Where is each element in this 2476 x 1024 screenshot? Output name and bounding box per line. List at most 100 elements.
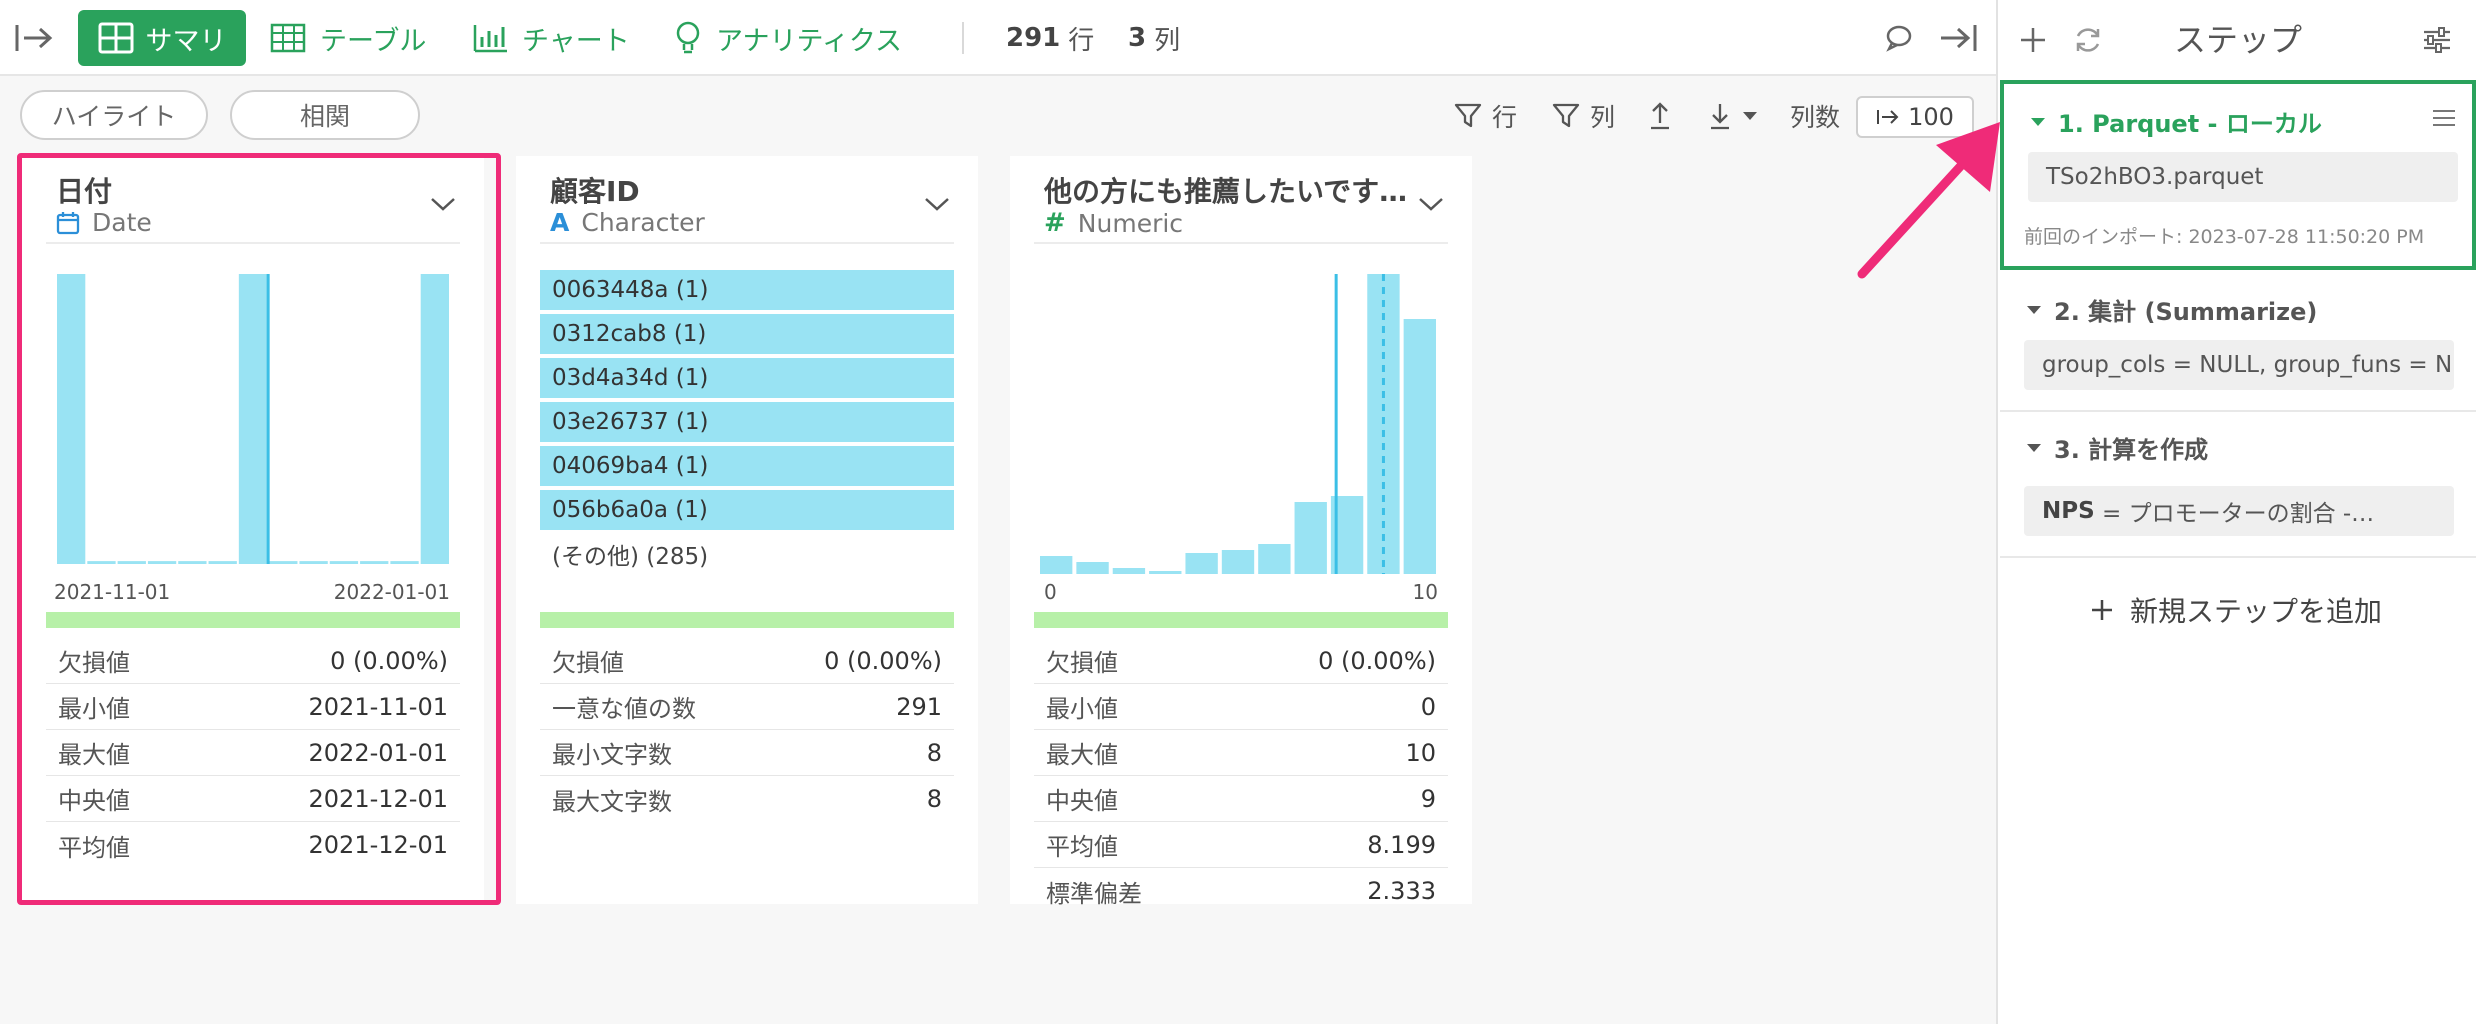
column-count-unit: 列 <box>1154 25 1181 56</box>
collapse-left-icon[interactable] <box>14 0 54 76</box>
stats-table: 欠損値 0 (0.00%) 最小値 0 最大値 10 中央値 9 平均値 8.199 標準偏差 2.3… <box>1034 638 1448 914</box>
row-count-value: 291 <box>1006 23 1061 53</box>
arrow-to-end-icon <box>1876 107 1900 127</box>
stat-row: 中央値 9 <box>1034 776 1448 822</box>
highlight-button[interactable]: ハイライト <box>20 90 208 140</box>
tab-analytics[interactable]: アナリティクス <box>674 0 902 76</box>
filter-columns-button[interactable]: 列 <box>1552 94 1615 138</box>
column-count-input[interactable]: 100 <box>1856 96 1974 138</box>
top-value-item[interactable]: 03e26737 (1) <box>540 402 954 442</box>
stat-row: 欠損値 0 (0.00%) <box>46 638 460 684</box>
stat-label: 中央値 <box>58 787 130 815</box>
sort-ascending-icon[interactable] <box>1648 94 1672 138</box>
stat-label: 平均値 <box>1046 833 1118 861</box>
histogram-bar[interactable] <box>1258 544 1291 574</box>
histogram-bar[interactable] <box>299 561 328 564</box>
step-1[interactable]: 1. Parquet - ローカル TSo2hBO3.parquet 前回のイン… <box>2000 80 2476 270</box>
tab-table-label: テーブル <box>320 25 427 57</box>
step-2-title: 2. 集計 (Summarize) <box>2026 292 2317 327</box>
stat-row: 欠損値 0 (0.00%) <box>1034 638 1448 684</box>
stat-value: 2.333 <box>1367 877 1436 905</box>
step-2-params: group_cols = NULL, group_funs = N… <box>2024 340 2454 390</box>
stat-label: 最大文字数 <box>552 787 672 816</box>
histogram-bar[interactable] <box>390 561 419 564</box>
stat-value: 2021-12-01 <box>308 831 448 859</box>
stat-row: 最小値 0 <box>1034 684 1448 730</box>
stat-row: 最大値 10 <box>1034 730 1448 776</box>
step-2-title-text: 2. 集計 (Summarize) <box>2054 298 2318 326</box>
column-count-label-text: 列数 <box>1790 103 1841 132</box>
histogram-bar[interactable] <box>57 274 86 564</box>
step-3-title: 3. 計算を作成 <box>2026 430 2208 465</box>
stat-label: 最小値 <box>58 695 130 723</box>
stat-label: 最大値 <box>58 741 130 769</box>
histogram-bar[interactable] <box>1040 556 1073 574</box>
stat-label: 平均値 <box>58 833 130 862</box>
filter-rows-label: 行 <box>1492 103 1518 132</box>
histogram-bar[interactable] <box>87 561 116 564</box>
column-card-date: 日付 Date 2021-11-01 2022-01-01 欠損値 0 (0.00… <box>22 156 484 904</box>
column-count-label: 列数 <box>1790 94 1840 138</box>
top-value-item[interactable]: 0063448a (1) <box>540 270 954 310</box>
stat-row: 一意な値の数 291 <box>540 684 954 730</box>
menu-icon[interactable] <box>2432 102 2456 134</box>
stat-value: 291 <box>896 692 942 721</box>
filter-rows-button[interactable]: 行 <box>1454 94 1517 138</box>
add-new-step-button[interactable]: 新規ステップを追加 <box>1998 584 2474 636</box>
row-count-unit: 行 <box>1068 25 1095 56</box>
histogram-bar[interactable] <box>1149 571 1182 574</box>
histogram-bar[interactable] <box>1112 568 1146 574</box>
step-3-formula-text: = プロモーターの割合 -… <box>2094 501 2375 527</box>
histogram-bar[interactable] <box>178 561 207 564</box>
histogram-bar[interactable] <box>1221 550 1255 574</box>
sort-descending-dropdown[interactable] <box>1708 94 1758 138</box>
top-value-item[interactable]: 0312cab8 (1) <box>540 314 954 354</box>
correlation-button-label: 相関 <box>299 102 350 131</box>
step-2[interactable]: 2. 集計 (Summarize) group_cols = NULL, gro… <box>2000 272 2476 412</box>
histogram-bar[interactable] <box>269 561 298 564</box>
stat-label: 欠損値 <box>58 649 130 677</box>
chevron-down-icon[interactable] <box>924 196 950 212</box>
top-value-item[interactable]: 03d4a34d (1) <box>540 358 954 398</box>
other-values-item[interactable]: (その他) (285) <box>540 534 954 574</box>
histogram-bar[interactable] <box>147 561 177 564</box>
comment-icon[interactable] <box>1884 0 1914 76</box>
histogram-bar[interactable] <box>1076 562 1109 574</box>
histogram-date[interactable] <box>22 156 484 576</box>
stat-label: 欠損値 <box>552 649 624 677</box>
annotation-arrow-shaft <box>1857 153 1973 279</box>
stats-table: 欠損値 0 (0.00%) 最小値 2021-11-01 最大値 2022-01-01 中央… <box>46 638 460 868</box>
column-count-value: 3 <box>1128 23 1147 53</box>
stat-value: 0 (0.00%) <box>330 646 448 675</box>
tab-summary[interactable]: サマリ <box>78 10 246 66</box>
stat-value: 0 <box>1420 692 1436 721</box>
column-card-recommend: 他の方にも推薦したいです… # Numeric 0 10 欠損値 0 (0.00%… <box>1010 156 1472 908</box>
tab-table[interactable]: テーブル <box>270 0 426 76</box>
text-a-icon: A <box>550 208 570 237</box>
tab-chart[interactable]: チャート <box>472 0 630 76</box>
stat-value: 2021-11-01 <box>308 692 448 721</box>
settings-sliders-icon[interactable] <box>2422 20 2452 60</box>
histogram-bar[interactable] <box>238 274 268 564</box>
column-count: 3 列 <box>1128 0 1180 76</box>
histogram-bar[interactable] <box>329 561 359 564</box>
histogram-bar[interactable] <box>208 561 237 564</box>
top-value-item[interactable]: 04069ba4 (1) <box>540 446 954 486</box>
correlation-button[interactable]: 相関 <box>230 90 420 140</box>
histogram-bar[interactable] <box>1294 502 1327 574</box>
histogram-bar[interactable] <box>1185 553 1218 574</box>
step-3-formula-key: NPS <box>2042 498 2095 524</box>
stat-row: 最大値 2022-01-01 <box>46 730 460 776</box>
stat-row: 平均値 2021-12-01 <box>46 822 460 868</box>
histogram-numeric[interactable] <box>1010 156 1472 576</box>
distribution-bar <box>1034 612 1448 628</box>
tab-summary-label: サマリ <box>145 25 227 57</box>
histogram-bar[interactable] <box>1403 319 1436 574</box>
top-value-item[interactable]: 056b6a0a (1) <box>540 490 954 530</box>
histogram-bar[interactable] <box>117 561 146 564</box>
step-3[interactable]: 3. 計算を作成 NPS = プロモーターの割合 -… <box>2000 412 2476 558</box>
collapse-right-icon[interactable] <box>1938 0 1978 76</box>
histogram-bar[interactable] <box>360 561 389 564</box>
histogram-bar[interactable] <box>420 274 449 564</box>
card-divider <box>540 242 954 244</box>
